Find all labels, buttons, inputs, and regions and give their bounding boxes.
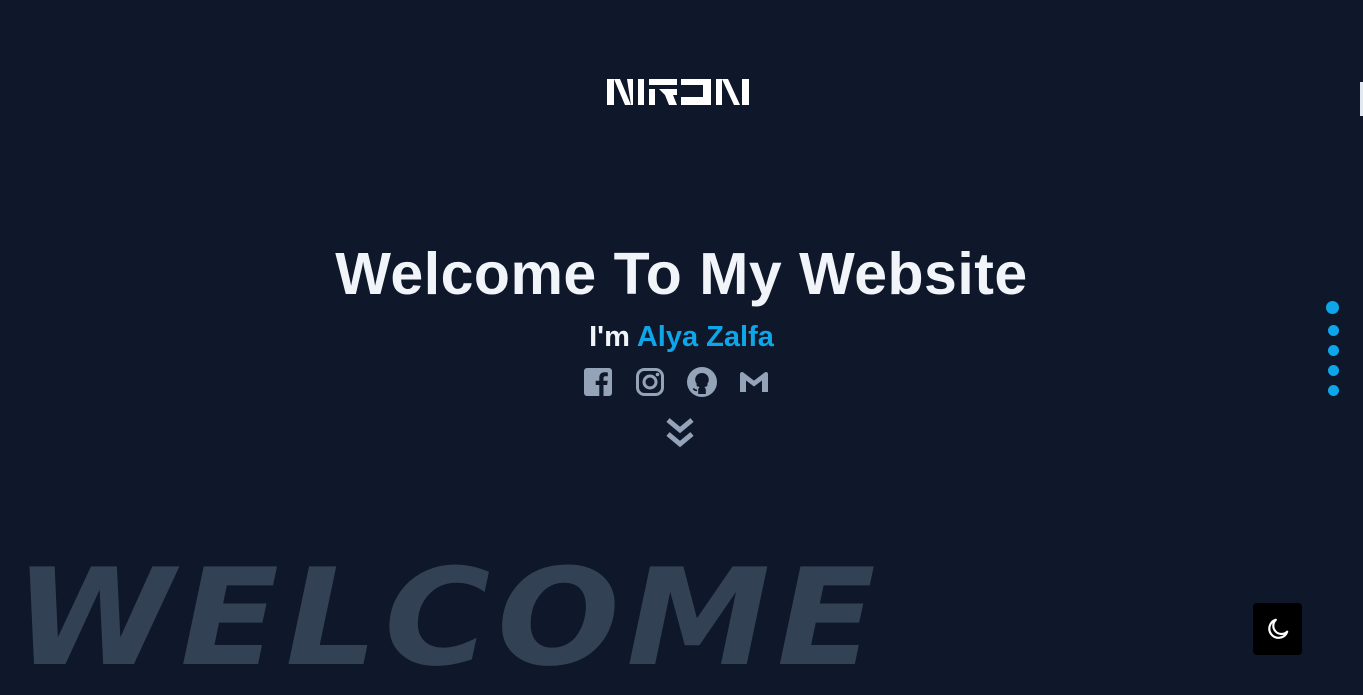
section-dot-3[interactable]	[1328, 345, 1339, 356]
gmail-icon	[740, 371, 768, 392]
section-dot-nav	[1322, 300, 1342, 400]
facebook-icon	[584, 368, 612, 396]
nirjn-logo-icon	[607, 79, 749, 105]
scroll-down-button[interactable]	[664, 416, 696, 452]
author-name: Alya Zalfa	[636, 321, 774, 353]
moon-icon	[1267, 618, 1288, 639]
site-logo[interactable]	[607, 79, 749, 105]
gmail-link[interactable]	[738, 366, 770, 398]
theme-toggle-button[interactable]	[1253, 603, 1302, 655]
social-links	[582, 366, 782, 398]
section-dot-5[interactable]	[1328, 385, 1339, 396]
chevron-double-down-icon	[666, 418, 694, 448]
instagram-link[interactable]	[634, 366, 666, 398]
intro-prefix: I'm	[589, 321, 630, 353]
hero-title: Welcome To My Website	[335, 241, 1028, 307]
section-dot-1[interactable]	[1326, 301, 1339, 314]
hero-intro: I'm Alya Zalfa	[0, 318, 1363, 356]
section-dot-4[interactable]	[1328, 365, 1339, 376]
facebook-link[interactable]	[582, 366, 614, 398]
instagram-icon	[636, 368, 664, 396]
github-link[interactable]	[686, 366, 718, 398]
section-dot-2[interactable]	[1328, 325, 1339, 336]
github-icon	[687, 367, 717, 397]
background-watermark: WELCOME	[14, 540, 883, 695]
